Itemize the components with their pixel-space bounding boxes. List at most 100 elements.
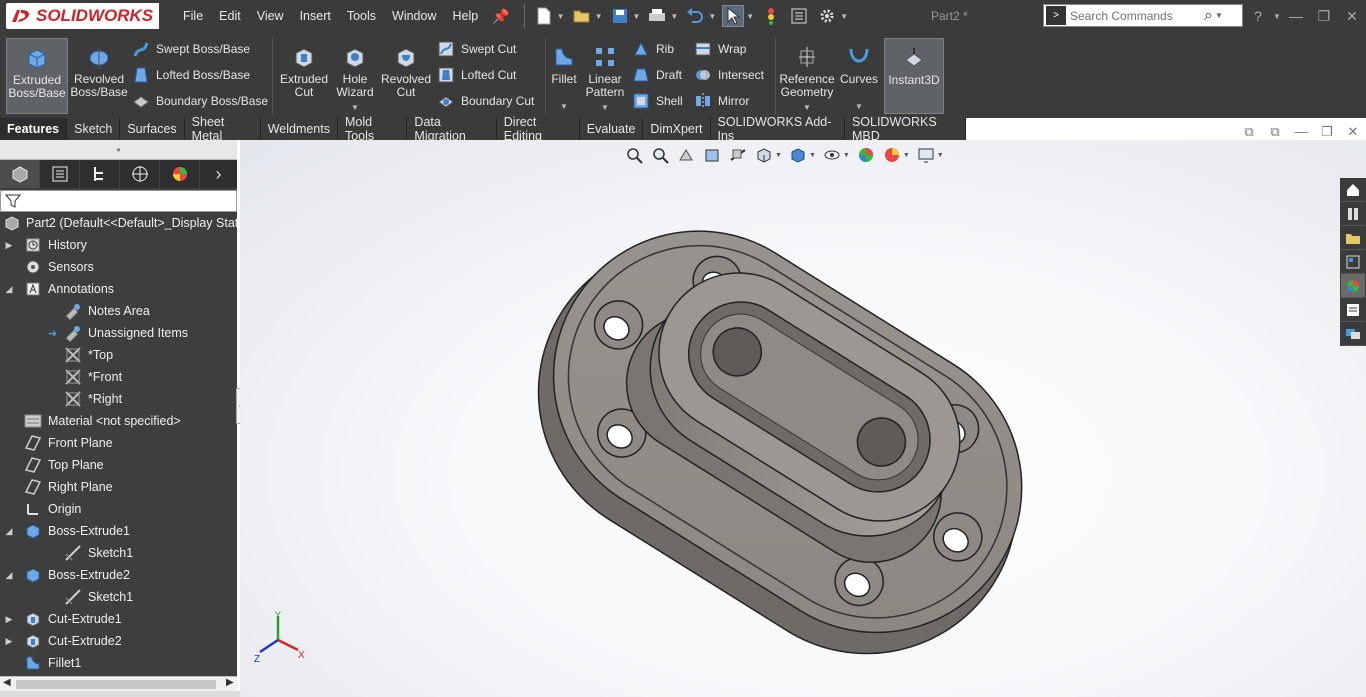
print-dropdown-icon[interactable]: ▼ <box>670 12 678 21</box>
view-settings-dropdown-icon[interactable]: ▼ <box>937 152 944 159</box>
select-icon[interactable] <box>722 5 745 27</box>
tree-filter[interactable] <box>0 190 237 212</box>
linear-pattern-dropdown-icon[interactable]: ▼ <box>601 101 609 114</box>
hide-show-items-icon[interactable] <box>822 145 842 165</box>
search-dropdown-icon[interactable]: ▼ <box>1215 11 1223 20</box>
section-view-icon[interactable] <box>702 145 722 165</box>
boundary-boss-button[interactable]: Boundary Boss/Base <box>132 90 268 112</box>
zoom-to-area-icon[interactable] <box>650 145 670 165</box>
mirror-button[interactable]: Mirror <box>694 90 749 112</box>
revolved-boss-button[interactable]: Revolved Boss/Base <box>70 38 128 114</box>
tree-item[interactable]: Sketch1 <box>0 586 237 608</box>
print-icon[interactable] <box>646 5 668 27</box>
dynamic-annotation-icon[interactable] <box>728 145 748 165</box>
part-model[interactable] <box>240 140 1366 697</box>
expand-toggle-icon[interactable]: ◢ <box>4 570 14 581</box>
expand-toggle-icon[interactable]: ▶ <box>4 636 14 647</box>
tree-item[interactable]: ➜ Unassigned Items <box>0 322 237 344</box>
tree-item[interactable]: Fillet1 <box>0 652 237 674</box>
tree-item[interactable]: Sketch1 <box>0 542 237 564</box>
solidworks-resources-icon[interactable] <box>1341 178 1365 202</box>
doc-close-icon[interactable]: ✕ <box>1340 124 1366 140</box>
reference-geometry-dropdown-icon[interactable]: ▼ <box>803 101 811 114</box>
menu-view[interactable]: View <box>249 9 292 23</box>
zoom-to-fit-icon[interactable] <box>624 145 644 165</box>
rebuild-icon[interactable] <box>760 5 782 27</box>
custom-properties-icon[interactable] <box>1341 298 1365 322</box>
options-gear-icon[interactable] <box>816 5 838 27</box>
view-orientation-dropdown-icon[interactable]: ▼ <box>775 152 782 159</box>
filter-icon[interactable] <box>5 193 21 209</box>
wrap-button[interactable]: Wrap <box>694 38 746 60</box>
help-icon[interactable]: ? <box>1244 8 1272 24</box>
tab-surfaces[interactable]: Surfaces <box>120 118 185 140</box>
expand-toggle-icon[interactable]: ◢ <box>4 526 14 537</box>
tree-item[interactable]: Sensors <box>0 256 237 278</box>
tab-dimxpert[interactable]: DimXpert <box>643 118 711 140</box>
solidworks-forum-icon[interactable] <box>1341 322 1365 346</box>
save-dropdown-icon[interactable]: ▼ <box>633 12 641 21</box>
expand-toggle-icon[interactable]: ▶ <box>4 614 14 625</box>
menu-help[interactable]: Help <box>445 9 487 23</box>
tree-item[interactable]: Notes Area <box>0 300 237 322</box>
tab-features[interactable]: Features <box>0 118 68 140</box>
tree-item[interactable]: Front Plane <box>0 432 237 454</box>
feature-manager-tab-icon[interactable] <box>0 160 40 188</box>
tree-item[interactable]: Right Plane <box>0 476 237 498</box>
tree-item[interactable]: Material <not specified> <box>0 410 237 432</box>
hole-wizard-dropdown-icon[interactable]: ▼ <box>351 101 359 114</box>
intersect-button[interactable]: Intersect <box>694 64 764 86</box>
tree-root-part[interactable]: Part2 (Default<<Default>_Display State <box>0 212 237 234</box>
menu-tools[interactable]: Tools <box>339 9 384 23</box>
new-dropdown-icon[interactable]: ▼ <box>557 12 565 21</box>
expand-toggle-icon[interactable]: ▶ <box>4 240 14 251</box>
swept-cut-button[interactable]: Swept Cut <box>437 38 516 60</box>
tree-item[interactable]: Origin <box>0 498 237 520</box>
restore-icon[interactable]: ❐ <box>1310 8 1338 25</box>
tab-solidworks-mbd[interactable]: SOLIDWORKS MBD <box>845 115 967 143</box>
tree-item[interactable]: ◢ Boss-Extrude2 <box>0 564 237 586</box>
display-manager-tab-icon[interactable] <box>160 160 200 188</box>
doc-restore-icon[interactable]: ❐ <box>1314 124 1340 140</box>
tree-item[interactable]: ▶ Cut-Extrude2 <box>0 630 237 652</box>
close-icon[interactable]: ✕ <box>1338 8 1366 25</box>
solidworks-logo[interactable]: SOLIDWORKS <box>0 0 175 32</box>
fillet-dropdown-icon[interactable]: ▼ <box>560 100 568 113</box>
tab-sheet-metal[interactable]: Sheet Metal <box>185 115 261 143</box>
boundary-cut-button[interactable]: Boundary Cut <box>437 90 534 112</box>
tab-evaluate[interactable]: Evaluate <box>580 118 644 140</box>
open-dropdown-icon[interactable]: ▼ <box>595 12 603 21</box>
instant3d-button[interactable]: Instant3D <box>884 38 944 114</box>
tab-sketch[interactable]: Sketch <box>67 118 121 140</box>
revolved-cut-button[interactable]: Revolved Cut <box>380 38 432 114</box>
hole-wizard-button[interactable]: Hole Wizard ▼ <box>332 38 378 114</box>
tab-solidworks-add-ins[interactable]: SOLIDWORKS Add-Ins <box>711 115 845 143</box>
apply-scene-icon[interactable] <box>882 145 902 165</box>
previous-view-icon[interactable] <box>676 145 696 165</box>
apply-scene-dropdown-icon[interactable]: ▼ <box>903 152 910 159</box>
view-orientation-icon[interactable] <box>754 145 774 165</box>
new-document-icon[interactable] <box>533 5 555 27</box>
curves-dropdown-icon[interactable]: ▼ <box>855 100 863 113</box>
select-dropdown-icon[interactable]: ▼ <box>746 12 754 21</box>
design-library-icon[interactable] <box>1341 202 1365 226</box>
tree-item[interactable]: ▶ History <box>0 234 237 256</box>
edit-appearance-icon[interactable] <box>856 145 876 165</box>
tree-item[interactable]: *Top <box>0 344 237 366</box>
extruded-boss-button[interactable]: Extruded Boss/Base <box>6 38 68 114</box>
more-tabs-icon[interactable]: › <box>200 160 237 188</box>
menu-window[interactable]: Window <box>384 9 444 23</box>
file-explorer-icon[interactable] <box>1341 226 1365 250</box>
scroll-right-icon[interactable]: ▶ <box>226 677 234 688</box>
tab-weldments[interactable]: Weldments <box>261 118 338 140</box>
open-icon[interactable] <box>571 5 593 27</box>
scroll-left-icon[interactable]: ◀ <box>3 677 11 688</box>
draft-button[interactable]: Draft <box>632 64 682 86</box>
tile-right-icon[interactable]: ⧉ <box>1262 124 1288 140</box>
view-settings-icon[interactable] <box>916 145 936 165</box>
swept-boss-button[interactable]: Swept Boss/Base <box>132 38 250 60</box>
minimize-icon[interactable]: — <box>1282 8 1310 24</box>
display-style-dropdown-icon[interactable]: ▼ <box>809 152 816 159</box>
save-icon[interactable] <box>609 5 631 27</box>
tree-item[interactable]: ◢ Annotations <box>0 278 237 300</box>
